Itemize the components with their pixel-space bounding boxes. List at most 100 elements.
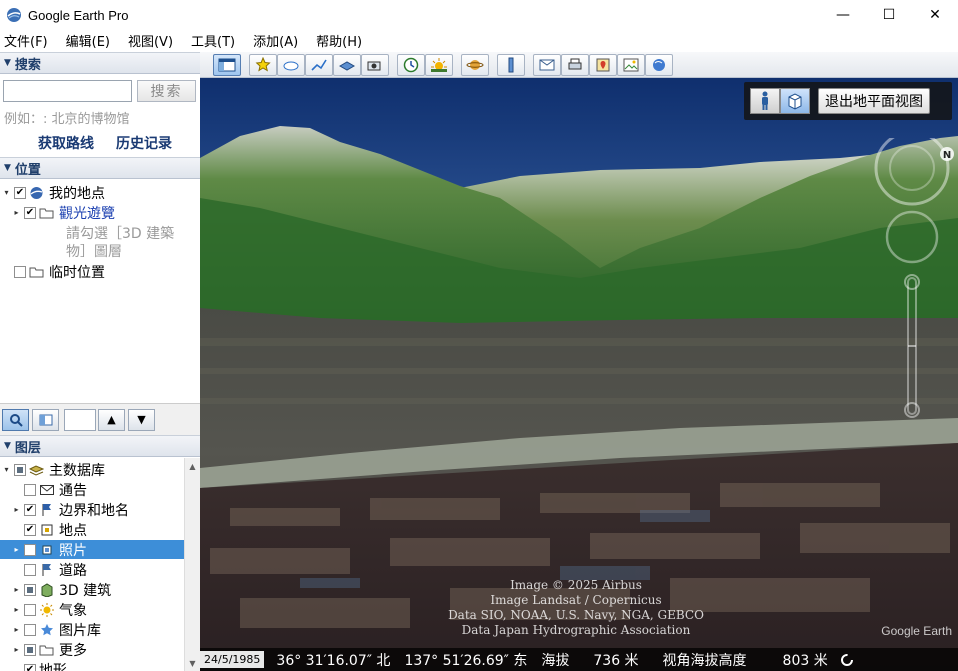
scroll-down-icon[interactable]: ▼ — [185, 655, 200, 671]
building-icon — [788, 93, 802, 110]
move-down-button[interactable]: ▼ — [128, 408, 155, 431]
minimize-button[interactable]: — — [820, 0, 866, 30]
add-path-button[interactable] — [305, 53, 333, 76]
checkbox[interactable] — [24, 603, 36, 616]
globe-icon — [29, 186, 44, 200]
checkbox[interactable] — [14, 265, 26, 278]
checkbox[interactable]: ✔ — [24, 206, 36, 219]
maximize-button[interactable]: ☐ — [866, 0, 912, 30]
tour-folder-item[interactable]: ▸ ✔ 觀光遊覽 — [12, 203, 115, 222]
expand-down-icon[interactable]: ▾ — [2, 188, 11, 197]
longitude: 137° 51′26.69″ 东 — [404, 652, 528, 669]
expand-right-icon[interactable]: ▸ — [12, 208, 21, 217]
checkbox[interactable]: ✔ — [24, 663, 36, 671]
toggle-panel-button[interactable] — [32, 408, 59, 431]
layer-weather[interactable]: ▸ 气象 — [12, 600, 184, 619]
placemark-icon — [39, 523, 54, 537]
print-button[interactable] — [561, 53, 589, 76]
expand-right-icon[interactable]: ▸ — [12, 505, 21, 514]
search-button[interactable]: 搜索 — [137, 80, 196, 102]
add-polygon-button[interactable] — [277, 53, 305, 76]
menu-help[interactable]: 帮助(H) — [316, 31, 362, 50]
expand-right-icon[interactable]: ▸ — [12, 585, 21, 594]
photo-icon — [39, 543, 54, 557]
layer-notices[interactable]: 通告 — [12, 480, 184, 499]
places-panel-header[interactable]: ▼ 位置 — [0, 157, 200, 179]
clock-icon — [403, 57, 419, 72]
menu-file[interactable]: 文件(F) — [4, 31, 48, 50]
layer-borders[interactable]: ▸ ✔ 边界和地名 — [12, 500, 184, 519]
checkbox[interactable]: ✔ — [24, 523, 36, 536]
menu-edit[interactable]: 编辑(E) — [66, 31, 110, 50]
checkbox[interactable] — [24, 623, 36, 636]
expand-right-icon[interactable]: ▸ — [12, 625, 21, 634]
scroll-up-icon[interactable]: ▲ — [185, 458, 200, 474]
history-link[interactable]: 历史记录 — [116, 133, 172, 153]
email-button[interactable] — [533, 53, 561, 76]
printer-icon — [568, 58, 582, 69]
layers-panel-header[interactable]: ▼ 图层 — [0, 435, 200, 457]
layer-places[interactable]: ✔ 地点 — [12, 520, 184, 539]
navigation-controls[interactable]: N — [872, 138, 958, 428]
collapse-triangle-icon: ▼ — [4, 163, 11, 173]
magnifier-icon — [9, 413, 23, 427]
checkbox[interactable] — [24, 563, 36, 576]
get-directions-link[interactable]: 获取路线 — [38, 133, 94, 153]
expand-down-icon[interactable]: ▾ — [2, 465, 11, 474]
move-up-button[interactable]: ▲ — [98, 408, 125, 431]
loading-spinner-icon — [840, 653, 853, 666]
expand-right-icon[interactable]: ▸ — [12, 645, 21, 654]
nav-field[interactable] — [64, 408, 96, 431]
search-panel-header[interactable]: ▼ 搜索 — [0, 52, 200, 74]
record-tour-button[interactable] — [361, 53, 389, 76]
checkbox[interactable] — [24, 543, 36, 556]
checkbox[interactable] — [24, 643, 36, 656]
sidebar-toggle-button[interactable] — [213, 53, 241, 76]
view-in-maps-button[interactable] — [589, 53, 617, 76]
checkbox[interactable] — [14, 463, 26, 476]
building-icon — [39, 582, 54, 597]
menu-add[interactable]: 添加(A) — [253, 31, 298, 50]
add-placemark-button[interactable] — [249, 53, 277, 76]
attribution-line: Data SIO, NOAA, U.S. Navy, NGA, GEBCO — [448, 608, 704, 622]
layer-more[interactable]: ▸ 更多 — [12, 640, 184, 659]
road-icon — [39, 563, 54, 577]
person-view-button[interactable] — [750, 88, 780, 114]
layer-photos[interactable]: ▸ 照片 — [0, 540, 184, 559]
checkbox[interactable] — [24, 483, 36, 496]
close-button[interactable]: ✕ — [912, 0, 958, 30]
building-view-button[interactable] — [780, 88, 810, 114]
checkbox[interactable] — [24, 583, 36, 596]
save-image-button[interactable] — [617, 53, 645, 76]
folder-icon — [39, 643, 54, 657]
layer-gallery[interactable]: ▸ 图片库 — [12, 620, 184, 639]
add-image-overlay-button[interactable] — [333, 53, 361, 76]
sunlight-button[interactable] — [425, 53, 453, 76]
switch-planet-button[interactable] — [461, 53, 489, 76]
historical-imagery-button[interactable] — [397, 53, 425, 76]
checkbox[interactable]: ✔ — [14, 186, 26, 199]
exit-ground-view-button[interactable]: 退出地平面视图 — [818, 88, 930, 114]
sidebar: ▼ 搜索 搜索 例如：: 北京的博物馆 获取路线 历史记录 ▼ 位置 ▾ ✔ 我的地… — [0, 52, 200, 671]
search-input[interactable] — [3, 80, 132, 102]
expand-right-icon[interactable]: ▸ — [12, 545, 21, 554]
search-places-button[interactable] — [2, 408, 29, 431]
layer-main-database[interactable]: ▾ 主数据库 — [2, 460, 184, 479]
earth-3d-view[interactable]: 退出地平面视图 N Image © 2025 Airbus Image Land… — [200, 78, 958, 671]
layers-scrollbar[interactable]: ▲ ▼ — [184, 458, 200, 671]
temporary-places-item[interactable]: 临时位置 — [2, 262, 105, 281]
layer-terrain[interactable]: ✔ 地形 — [12, 660, 184, 671]
layer-roads[interactable]: 道路 — [12, 560, 184, 579]
checkbox[interactable]: ✔ — [24, 503, 36, 516]
my-places-item[interactable]: ▾ ✔ 我的地点 — [2, 183, 105, 202]
layer-3d-buildings[interactable]: ▸ 3D 建筑 — [12, 580, 184, 599]
compass-north[interactable]: N — [943, 150, 951, 161]
expand-right-icon[interactable]: ▸ — [12, 605, 21, 614]
menu-view[interactable]: 视图(V) — [128, 31, 173, 50]
menu-tools[interactable]: 工具(T) — [191, 31, 235, 50]
eye-altitude-value: 803 米 — [782, 652, 828, 669]
ruler-button[interactable] — [497, 53, 525, 76]
earth-view-button[interactable] — [645, 53, 673, 76]
imagery-date[interactable]: 24/5/1985 — [200, 651, 265, 668]
flag-icon — [39, 503, 54, 517]
